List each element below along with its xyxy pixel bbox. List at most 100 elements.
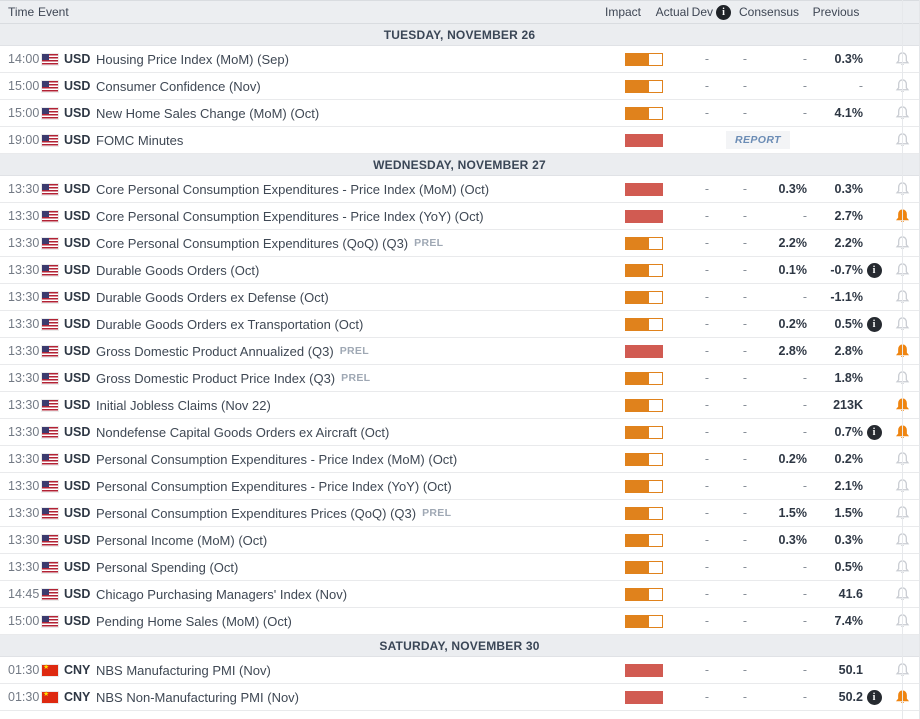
bell-icon[interactable] <box>885 105 919 121</box>
bell-icon[interactable] <box>885 208 919 224</box>
event-row[interactable]: 13:30 USD Gross Domestic Product Price I… <box>0 365 919 392</box>
dev-info-icon[interactable]: i <box>716 5 731 20</box>
event-name[interactable]: Personal Consumption Expenditures Prices… <box>96 506 416 521</box>
event-name[interactable]: FOMC Minutes <box>96 133 183 148</box>
consensus-value: - <box>747 587 807 601</box>
bell-icon[interactable] <box>885 289 919 305</box>
event-name[interactable]: Durable Goods Orders ex Transportation (… <box>96 317 363 332</box>
consensus-value: 0.3% <box>747 533 807 547</box>
info-icon[interactable]: i <box>867 317 882 332</box>
consensus-value: - <box>747 398 807 412</box>
country-flag-icon <box>42 135 58 146</box>
event-name[interactable]: Core Personal Consumption Expenditures (… <box>96 236 408 251</box>
impact-fill <box>626 319 648 330</box>
event-name[interactable]: Consumer Confidence (Nov) <box>96 79 261 94</box>
event-name[interactable]: Initial Jobless Claims (Nov 22) <box>96 398 271 413</box>
event-name[interactable]: Core Personal Consumption Expenditures -… <box>96 209 484 224</box>
bell-icon[interactable] <box>885 262 919 278</box>
event-name[interactable]: NBS Manufacturing PMI (Nov) <box>96 663 271 678</box>
event-time: 13:30 <box>8 317 42 331</box>
event-row[interactable]: 14:45 USD Chicago Purchasing Managers' I… <box>0 581 919 608</box>
bell-icon[interactable] <box>885 451 919 467</box>
event-row[interactable]: 13:30 USD Gross Domestic Product Annuali… <box>0 338 919 365</box>
event-name[interactable]: New Home Sales Change (MoM) (Oct) <box>96 106 319 121</box>
info-icon[interactable]: i <box>867 263 882 278</box>
currency-code: USD <box>64 106 94 120</box>
bell-icon[interactable] <box>885 586 919 602</box>
bell-icon[interactable] <box>885 78 919 94</box>
event-name[interactable]: NBS Non-Manufacturing PMI (Nov) <box>96 690 299 705</box>
info-icon[interactable]: i <box>867 425 882 440</box>
bell-icon[interactable] <box>885 316 919 332</box>
bell-icon[interactable] <box>885 370 919 386</box>
impact-fill <box>626 108 648 119</box>
event-name[interactable]: Gross Domestic Product Annualized (Q3) <box>96 344 334 359</box>
bell-icon[interactable] <box>885 478 919 494</box>
bell-icon[interactable] <box>885 397 919 413</box>
bell-icon[interactable] <box>885 181 919 197</box>
event-row[interactable]: 13:30 USD Personal Consumption Expenditu… <box>0 500 919 527</box>
currency-code: USD <box>64 614 94 628</box>
event-row[interactable]: 13:30 USD Nondefense Capital Goods Order… <box>0 419 919 446</box>
event-name[interactable]: Durable Goods Orders (Oct) <box>96 263 259 278</box>
info-icon[interactable]: i <box>867 690 882 705</box>
event-name[interactable]: Housing Price Index (MoM) (Sep) <box>96 52 289 67</box>
event-row[interactable]: 13:30 USD Durable Goods Orders ex Defens… <box>0 284 919 311</box>
event-row[interactable]: 13:30 USD Core Personal Consumption Expe… <box>0 203 919 230</box>
event-row[interactable]: 15:00 USD Pending Home Sales (MoM) (Oct)… <box>0 608 919 635</box>
impact-fill <box>626 535 648 546</box>
deviation-value: - <box>709 614 747 628</box>
event-row[interactable]: 13:30 USD Durable Goods Orders ex Transp… <box>0 311 919 338</box>
event-row[interactable]: 13:30 USD Durable Goods Orders (Oct) - -… <box>0 257 919 284</box>
bell-icon[interactable] <box>885 662 919 678</box>
event-name[interactable]: Core Personal Consumption Expenditures -… <box>96 182 489 197</box>
event-row[interactable]: 19:00 USD FOMC Minutes REPORT <box>0 127 919 154</box>
bell-icon[interactable] <box>885 613 919 629</box>
impact-fill <box>626 400 648 411</box>
event-row[interactable]: 13:30 USD Core Personal Consumption Expe… <box>0 230 919 257</box>
event-row[interactable]: 13:30 USD Initial Jobless Claims (Nov 22… <box>0 392 919 419</box>
event-name[interactable]: Pending Home Sales (MoM) (Oct) <box>96 614 292 629</box>
actual-value: - <box>663 663 709 677</box>
impact-fill <box>626 589 648 600</box>
column-header-impact: Impact <box>605 5 651 19</box>
event-row[interactable]: 13:30 USD Personal Income (MoM) (Oct) - … <box>0 527 919 554</box>
deviation-value: - <box>709 371 747 385</box>
event-name[interactable]: Personal Consumption Expenditures - Pric… <box>96 452 457 467</box>
bell-icon[interactable] <box>885 505 919 521</box>
event-name[interactable]: Personal Spending (Oct) <box>96 560 238 575</box>
bell-icon[interactable] <box>885 51 919 67</box>
impact-indicator <box>625 134 663 147</box>
event-row[interactable]: 13:30 USD Personal Spending (Oct) - - - … <box>0 554 919 581</box>
day-section-header: TUESDAY, NOVEMBER 26 <box>0 24 919 46</box>
event-row[interactable]: 01:30 CNY NBS Non-Manufacturing PMI (Nov… <box>0 684 919 711</box>
impact-indicator <box>625 53 663 66</box>
event-name[interactable]: Durable Goods Orders ex Defense (Oct) <box>96 290 329 305</box>
report-link[interactable]: REPORT <box>726 131 790 149</box>
currency-code: USD <box>64 425 94 439</box>
actual-value: - <box>663 182 709 196</box>
deviation-value: - <box>709 425 747 439</box>
event-name[interactable]: Gross Domestic Product Price Index (Q3) <box>96 371 335 386</box>
event-row[interactable]: 01:30 CNY NBS Manufacturing PMI (Nov) - … <box>0 657 919 684</box>
bell-icon[interactable] <box>885 132 919 148</box>
bell-icon[interactable] <box>885 559 919 575</box>
event-name[interactable]: Nondefense Capital Goods Orders ex Aircr… <box>96 425 389 440</box>
bell-icon[interactable] <box>885 424 919 440</box>
event-row[interactable]: 13:30 USD Personal Consumption Expenditu… <box>0 473 919 500</box>
event-name[interactable]: Personal Income (MoM) (Oct) <box>96 533 267 548</box>
bell-icon[interactable] <box>885 235 919 251</box>
previous-value: 2.2% <box>807 236 863 250</box>
currency-code: USD <box>64 398 94 412</box>
bell-icon[interactable] <box>885 689 919 705</box>
event-row[interactable]: 15:00 USD New Home Sales Change (MoM) (O… <box>0 100 919 127</box>
bell-icon[interactable] <box>885 343 919 359</box>
event-name[interactable]: Chicago Purchasing Managers' Index (Nov) <box>96 587 347 602</box>
bell-icon[interactable] <box>885 532 919 548</box>
event-row[interactable]: 13:30 USD Personal Consumption Expenditu… <box>0 446 919 473</box>
event-time: 19:00 <box>8 133 42 147</box>
event-row[interactable]: 13:30 USD Core Personal Consumption Expe… <box>0 176 919 203</box>
event-row[interactable]: 14:00 USD Housing Price Index (MoM) (Sep… <box>0 46 919 73</box>
event-row[interactable]: 15:00 USD Consumer Confidence (Nov) - - … <box>0 73 919 100</box>
event-name[interactable]: Personal Consumption Expenditures - Pric… <box>96 479 452 494</box>
